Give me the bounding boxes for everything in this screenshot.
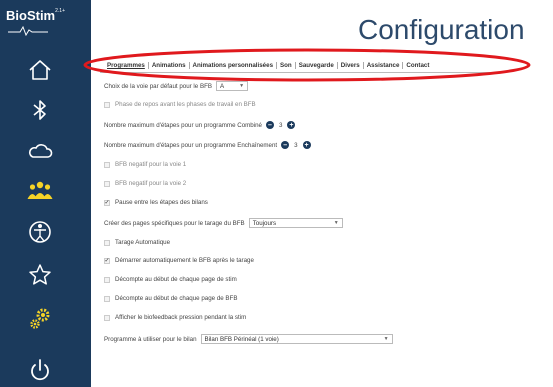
- demarrer-checkbox[interactable]: ✓: [104, 257, 110, 264]
- tarage-auto-label: Tarage Automatique: [115, 239, 171, 246]
- biofeedback-checkbox[interactable]: [104, 314, 110, 321]
- bfb-neg1-checkbox[interactable]: [104, 161, 110, 168]
- home-icon[interactable]: [26, 56, 54, 84]
- row-repos[interactable]: Phase de repos avant les phases de trava…: [104, 101, 256, 108]
- programme-bilan-value: Bilan BFB Périnéal (1 voie): [204, 335, 279, 343]
- pages-tarage-label: Créer des pages spécifiques pour le tara…: [104, 219, 245, 227]
- star-icon[interactable]: [26, 261, 54, 289]
- decompte-stim-checkbox[interactable]: [104, 276, 110, 283]
- row-voie-bfb: Choix de la voie par défaut pour le BFB …: [104, 81, 249, 91]
- combine-value: 3: [279, 121, 283, 129]
- row-enchainement: Nombre maximum d'étapes pour un programm…: [104, 141, 315, 149]
- bfb-neg1-label: BFB negatif pour la voie 1: [115, 161, 187, 168]
- repos-label: Phase de repos avant les phases de trava…: [115, 101, 256, 108]
- logo-wave-icon: [8, 26, 48, 36]
- row-pause[interactable]: ✓ Pause entre les étapes des bilans: [104, 199, 208, 206]
- row-combine: Nombre maximum d'étapes pour un programm…: [104, 121, 299, 129]
- tarage-auto-checkbox[interactable]: [104, 239, 110, 246]
- row-bfb-neg2[interactable]: BFB negatif pour la voie 2: [104, 180, 186, 187]
- pages-tarage-value: Toujours: [252, 219, 277, 227]
- row-decompte-stim[interactable]: Décompte au début de chaque page de stim: [104, 276, 237, 283]
- row-demarrer[interactable]: ✓ Démarrer automatiquement le BFB après …: [104, 257, 254, 264]
- pause-checkbox[interactable]: ✓: [104, 199, 110, 206]
- decompte-stim-label: Décompte au début de chaque page de stim: [115, 276, 237, 283]
- chevron-down-icon: ▼: [333, 220, 339, 226]
- programme-bilan-label: Programme à utiliser pour le bilan: [104, 335, 197, 343]
- combine-decrement-button[interactable]: –: [266, 121, 274, 129]
- anatomy-icon[interactable]: [26, 218, 54, 246]
- programme-bilan-select[interactable]: Bilan BFB Périnéal (1 voie) ▼: [200, 334, 393, 344]
- bfb-neg2-checkbox[interactable]: [104, 180, 110, 187]
- enchainement-decrement-button[interactable]: –: [281, 141, 290, 149]
- chevron-down-icon: ▼: [383, 336, 389, 342]
- row-programme-bilan: Programme à utiliser pour le bilan Bilan…: [104, 334, 393, 344]
- gears-icon[interactable]: [26, 304, 54, 332]
- pages-tarage-select[interactable]: Toujours ▼: [248, 218, 343, 228]
- repos-checkbox[interactable]: [104, 101, 110, 108]
- combine-increment-button[interactable]: +: [287, 121, 296, 129]
- enchainement-increment-button[interactable]: +: [302, 141, 311, 149]
- decompte-bfb-checkbox[interactable]: [104, 295, 110, 302]
- users-icon[interactable]: [26, 177, 54, 205]
- demarrer-label: Démarrer automatiquement le BFB après le…: [115, 257, 254, 264]
- biofeedback-label: Afficher le biofeedback pression pendant…: [115, 314, 247, 321]
- enchainement-label: Nombre maximum d'étapes pour un programm…: [104, 141, 278, 149]
- combine-label: Nombre maximum d'étapes pour un programm…: [104, 121, 262, 129]
- sidebar: BioStim2.1+: [0, 0, 91, 387]
- app-logo: BioStim2.1+: [6, 8, 65, 23]
- power-icon[interactable]: [26, 356, 54, 384]
- highlight-annotation: [83, 48, 531, 82]
- row-decompte-bfb[interactable]: Décompte au début de chaque page de BFB: [104, 295, 237, 302]
- row-bfb-neg1[interactable]: BFB negatif pour la voie 1: [104, 161, 186, 168]
- row-biofeedback[interactable]: Afficher le biofeedback pression pendant…: [104, 314, 246, 321]
- row-pages-tarage: Créer des pages spécifiques pour le tara…: [104, 218, 343, 228]
- decompte-bfb-label: Décompte au début de chaque page de BFB: [115, 295, 238, 302]
- pause-label: Pause entre les étapes des bilans: [115, 199, 208, 206]
- row-tarage-auto[interactable]: Tarage Automatique: [104, 239, 170, 246]
- page-title: Configuration: [358, 14, 525, 45]
- voie-bfb-value: A: [220, 82, 225, 90]
- bluetooth-icon[interactable]: [26, 96, 54, 124]
- enchainement-value: 3: [294, 141, 298, 149]
- chevron-down-icon: ▼: [239, 83, 245, 89]
- cloud-icon[interactable]: [26, 137, 54, 165]
- voie-bfb-label: Choix de la voie par défaut pour le BFB: [104, 82, 213, 90]
- voie-bfb-select[interactable]: A ▼: [216, 81, 249, 91]
- bfb-neg2-label: BFB negatif pour la voie 2: [115, 180, 187, 187]
